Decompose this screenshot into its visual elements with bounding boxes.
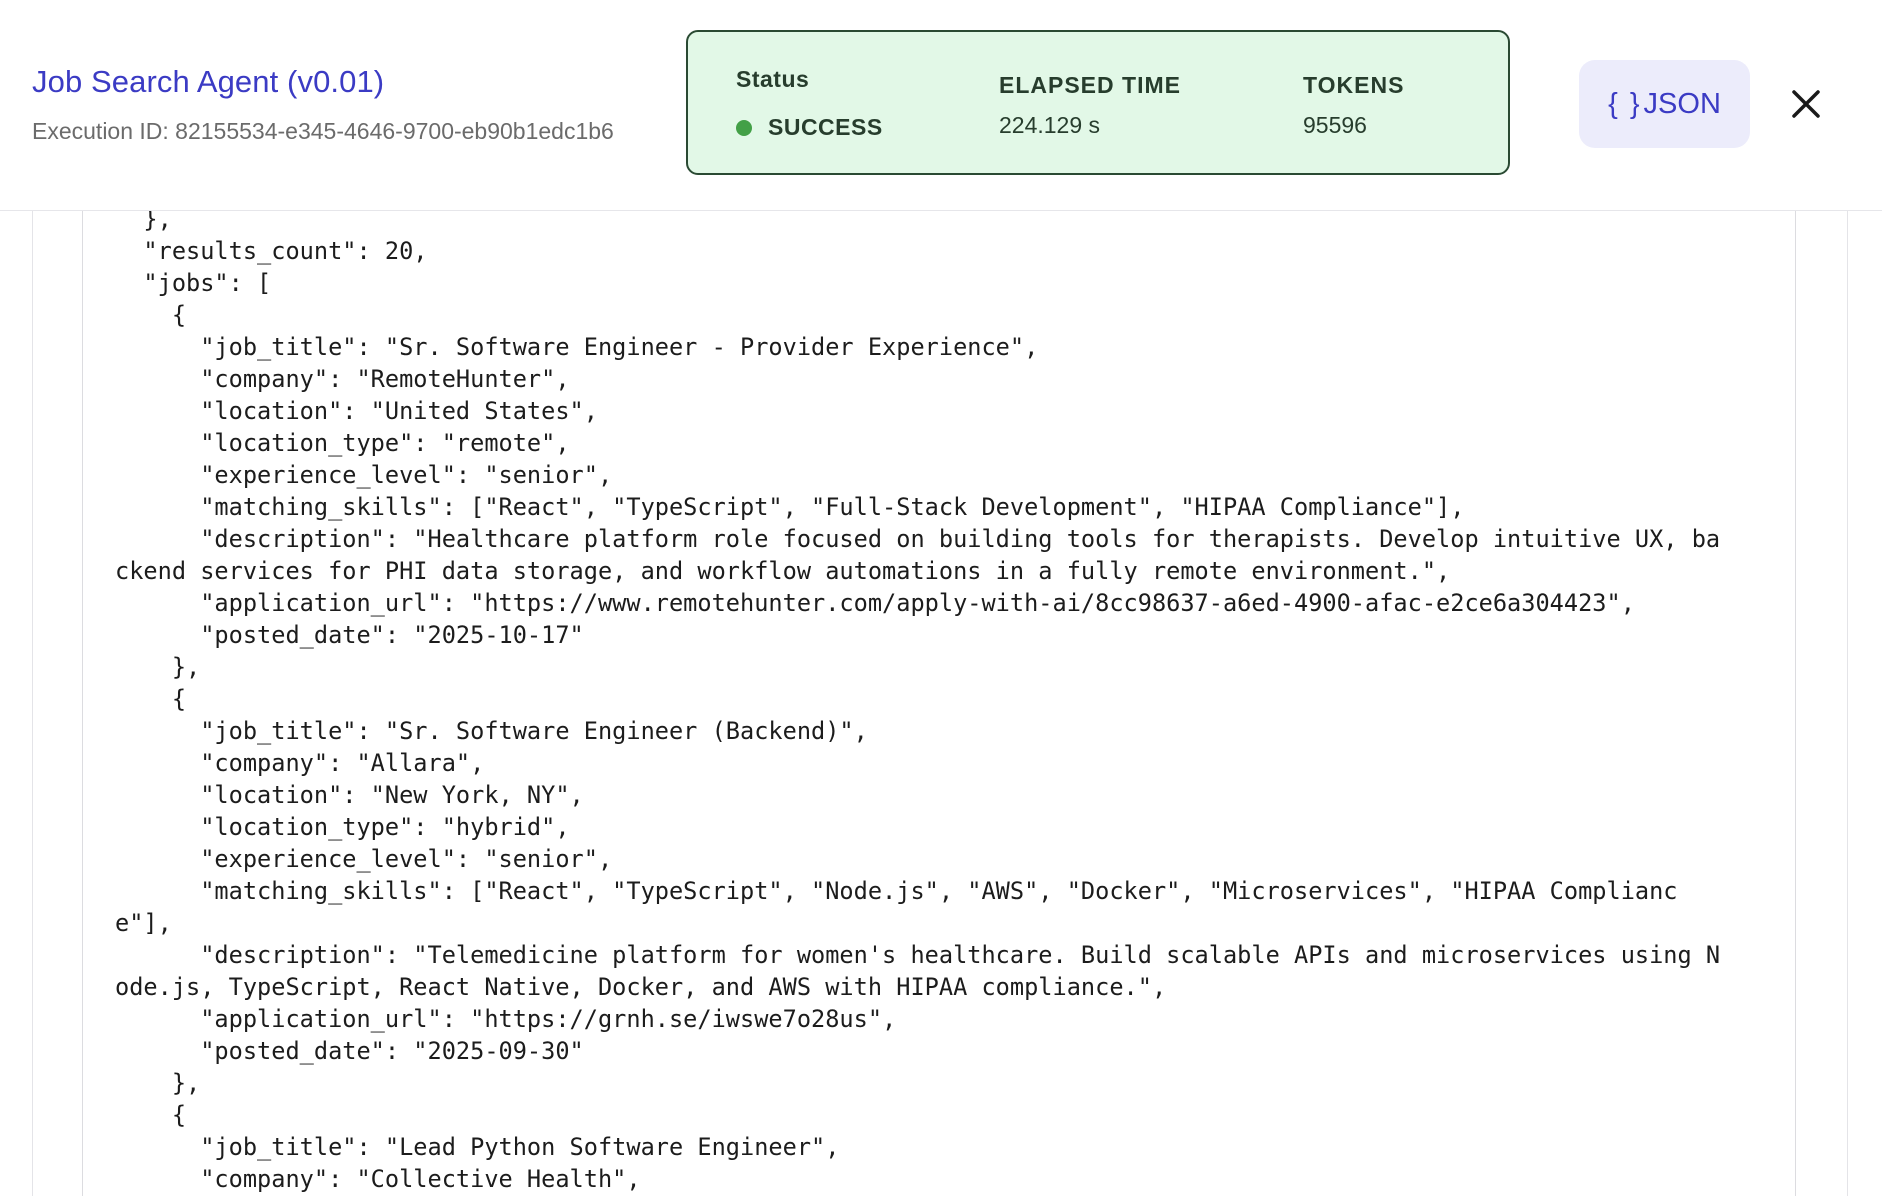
elapsed-time-label: ELAPSED TIME xyxy=(999,72,1181,98)
code-line: "description": "Telemedicine platform fo… xyxy=(115,941,1721,969)
execution-header: Job Search Agent (v0.01) Execution ID: 8… xyxy=(0,0,1882,211)
code-line: "location": "New York, NY", xyxy=(115,781,584,809)
code-line: "company": "Collective Health", xyxy=(115,1165,641,1193)
code-line: "location_type": "hybrid", xyxy=(115,813,570,841)
tokens-value: 95596 xyxy=(1303,112,1367,138)
code-line: { xyxy=(115,685,187,713)
elapsed-time-value: 224.129 s xyxy=(999,112,1101,138)
code-line: "experience_level": "senior", xyxy=(115,845,613,873)
status-card: Status SUCCESS ELAPSED TIME 224.129 s TO… xyxy=(686,30,1510,175)
code-line: { xyxy=(115,1101,187,1129)
code-line: ckend services for PHI data storage, and… xyxy=(115,557,1451,585)
code-line: "company": "RemoteHunter", xyxy=(115,365,570,393)
braces-icon: { } xyxy=(1608,87,1642,120)
code-line: "description": "Healthcare platform role… xyxy=(115,525,1721,553)
code-line: "matching_skills": ["React", "TypeScript… xyxy=(115,877,1678,905)
status-label: Status xyxy=(736,66,810,92)
code-line: "company": "Allara", xyxy=(115,749,485,777)
code-line: "application_url": "https://grnh.se/iwsw… xyxy=(115,1005,897,1033)
code-line: "job_title": "Sr. Software Engineer (Bac… xyxy=(115,717,868,745)
code-line: e"], xyxy=(115,909,172,937)
close-button[interactable] xyxy=(1784,82,1828,126)
execution-id: Execution ID: 82155534-e345-4646-9700-eb… xyxy=(32,118,614,144)
close-icon xyxy=(1792,90,1820,118)
code-line: }, xyxy=(115,211,172,233)
code-line: "job_title": "Sr. Software Engineer - Pr… xyxy=(115,333,1039,361)
status-dot-icon xyxy=(736,120,752,136)
json-output-box: }, "results_count": 20, "jobs": [ { "job… xyxy=(82,211,1796,1196)
code-line: }, xyxy=(115,1069,201,1097)
output-scroll-area[interactable]: }, "results_count": 20, "jobs": [ { "job… xyxy=(0,211,1882,1196)
code-line: { xyxy=(115,301,187,329)
code-line: "posted_date": "2025-10-17" xyxy=(115,621,584,649)
code-line: "job_title": "Lead Python Software Engin… xyxy=(115,1133,840,1161)
code-line: "jobs": [ xyxy=(115,269,272,297)
code-line: "application_url": "https://www.remotehu… xyxy=(115,589,1635,617)
json-button-label: JSON xyxy=(1643,87,1721,120)
code-line: "experience_level": "senior", xyxy=(115,461,613,489)
status-value: SUCCESS xyxy=(768,114,883,140)
code-line: "posted_date": "2025-09-30" xyxy=(115,1037,584,1065)
code-line: "matching_skills": ["React", "TypeScript… xyxy=(115,493,1465,521)
code-line: "results_count": 20, xyxy=(115,237,428,265)
code-line: "location": "United States", xyxy=(115,397,598,425)
json-button[interactable]: { } JSON xyxy=(1579,60,1750,148)
json-output-code: }, "results_count": 20, "jobs": [ { "job… xyxy=(115,211,1720,1195)
code-line: "location_type": "remote", xyxy=(115,429,570,457)
code-line: ode.js, TypeScript, React Native, Docker… xyxy=(115,973,1167,1001)
tokens-label: TOKENS xyxy=(1303,72,1405,98)
agent-title: Job Search Agent (v0.01) xyxy=(32,64,385,99)
code-line: }, xyxy=(115,653,201,681)
